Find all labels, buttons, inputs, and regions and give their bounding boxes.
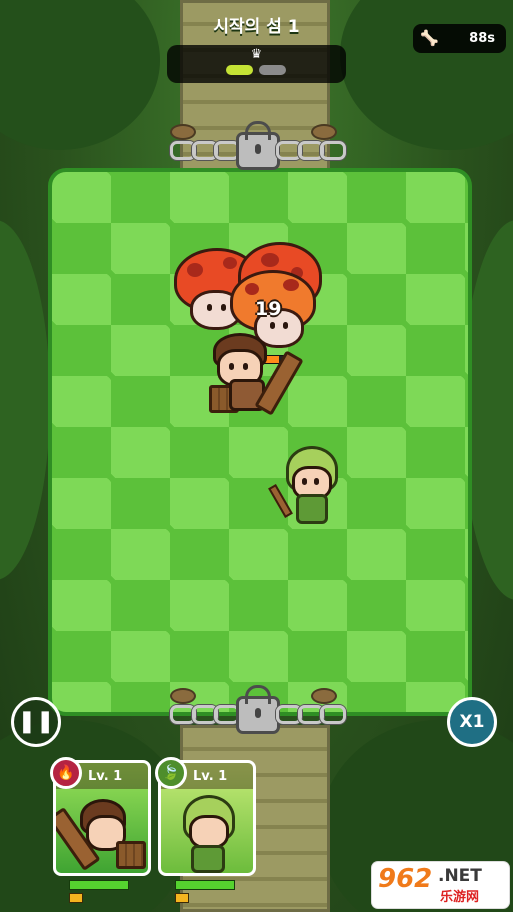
pause-icon: ❚❚ <box>17 709 55 734</box>
leaf-icon: 🍃 <box>155 757 187 789</box>
crown-icon: ♛ <box>250 47 263 62</box>
hero-hp-bar <box>69 880 129 890</box>
wave-progress: ♛ <box>167 45 346 83</box>
hero-hp-bar <box>175 880 235 890</box>
lock-icon <box>236 685 280 734</box>
battle-timer: 🦴 88s <box>413 24 506 53</box>
warrior-hero[interactable] <box>205 333 305 418</box>
bone-icon: 🦴 <box>420 29 439 47</box>
watermark-number: 962 <box>378 864 433 894</box>
hero-xp-bar <box>175 893 189 903</box>
wave-progress-segment-pending <box>259 65 286 75</box>
elf-hero[interactable] <box>268 446 346 526</box>
pause-button[interactable]: ❚❚ <box>11 697 61 747</box>
hero-level-label: Lv. 1 <box>193 769 228 784</box>
fire-icon: 🔥 <box>50 757 82 789</box>
damage-number: 19 <box>255 298 282 320</box>
top-gate-chain <box>168 121 346 170</box>
bottom-gate-chain <box>168 685 346 734</box>
watermark-suffix: .NET <box>438 866 482 886</box>
hero-level-label: Lv. 1 <box>88 769 123 784</box>
speed-toggle-button[interactable]: X1 <box>447 697 497 747</box>
wave-progress-segment-complete <box>226 65 253 75</box>
lock-icon <box>236 121 280 170</box>
watermark-subtitle: 乐游网 <box>440 890 480 905</box>
timer-value: 88s <box>469 31 495 46</box>
hero-xp-bar <box>69 893 83 903</box>
site-watermark: 962 .NET 乐游网 <box>372 862 509 908</box>
